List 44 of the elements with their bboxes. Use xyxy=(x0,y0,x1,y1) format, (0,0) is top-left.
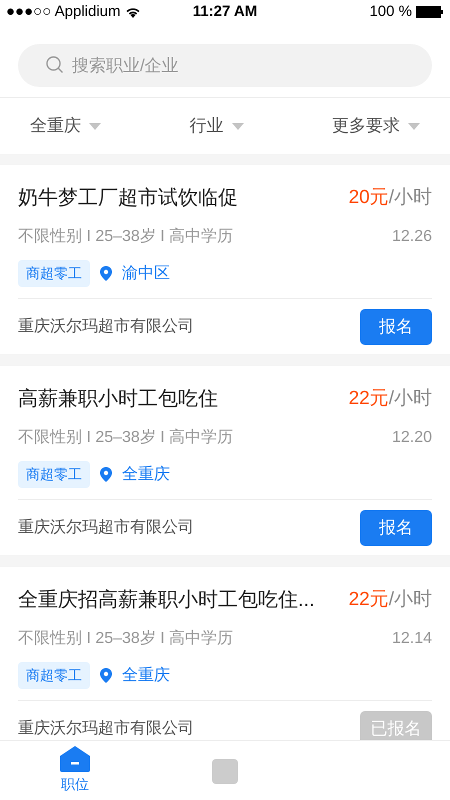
location-text: 全重庆 xyxy=(122,666,170,686)
job-card[interactable]: 高薪兼职小时工包吃住 22元/小时 不限性别 I 25–38岁 I 高中学历 12.20 商超零工 全重庆 重庆沃尔玛超市有限公司 报名 xyxy=(0,366,450,555)
requirements-text: 不限性别 I 25–38岁 I 高中学历 xyxy=(18,628,234,649)
location-pin-icon xyxy=(100,266,112,281)
filter-dropdown[interactable]: 更多要求 xyxy=(332,113,420,139)
apply-button[interactable]: 报名 xyxy=(360,510,432,546)
battery-text: 100 % xyxy=(369,2,412,22)
carrier-text: ●●●○○ Applidium xyxy=(6,2,121,22)
location-pin-icon xyxy=(100,668,112,683)
date-text: 12.26 xyxy=(392,227,432,247)
requirements-text: 不限性别 I 25–38岁 I 高中学历 xyxy=(18,226,234,247)
search-icon xyxy=(46,56,64,74)
job-title: 高薪兼职小时工包吃住 xyxy=(18,387,218,412)
filter-dropdown[interactable]: 全重庆 xyxy=(30,113,101,139)
dropdown-caret-icon xyxy=(232,122,244,130)
apply-button[interactable]: 报名 xyxy=(360,308,432,344)
category-tag: 商超零工 xyxy=(18,461,90,488)
job-title: 奶牛梦工厂超市试饮临促 xyxy=(18,186,238,211)
battery-icon xyxy=(416,6,444,18)
tab-icon xyxy=(210,758,240,784)
search-field[interactable]: 搜索职业/企业 xyxy=(18,44,432,87)
company-name: 重庆沃尔玛超市有限公司 xyxy=(18,718,194,738)
category-tag: 商超零工 xyxy=(18,662,90,689)
tab-item[interactable]: 职位 xyxy=(0,741,150,800)
job-card[interactable]: 奶牛梦工厂超市试饮临促 20元/小时 不限性别 I 25–38岁 I 高中学历 12.26 商超零工 渝中区 重庆沃尔玛超市有限公司 报名 xyxy=(0,165,450,354)
dropdown-caret-icon xyxy=(408,122,420,130)
location-text: 全重庆 xyxy=(122,464,170,484)
date-text: 12.20 xyxy=(392,428,432,448)
location-text: 渝中区 xyxy=(122,264,170,284)
wifi-icon xyxy=(124,6,141,18)
filter-dropdown[interactable]: 行业 xyxy=(190,113,244,139)
salary-text: 20元/小时 xyxy=(348,186,432,210)
salary-text: 22元/小时 xyxy=(348,386,432,411)
salary-text: 22元/小时 xyxy=(348,588,432,612)
home-icon xyxy=(60,746,90,772)
dropdown-caret-icon xyxy=(89,122,101,130)
location-pin-icon xyxy=(100,467,112,482)
job-title: 全重庆招高薪兼职小时工包吃住... xyxy=(18,588,315,613)
requirements-text: 不限性别 I 25–38岁 I 高中学历 xyxy=(18,428,234,448)
clock-text: 11:27 AM xyxy=(192,2,258,22)
company-name: 重庆沃尔玛超市有限公司 xyxy=(18,316,194,336)
company-name: 重庆沃尔玛超市有限公司 xyxy=(18,518,194,538)
category-tag: 商超零工 xyxy=(18,260,90,287)
date-text: 12.14 xyxy=(392,629,432,649)
